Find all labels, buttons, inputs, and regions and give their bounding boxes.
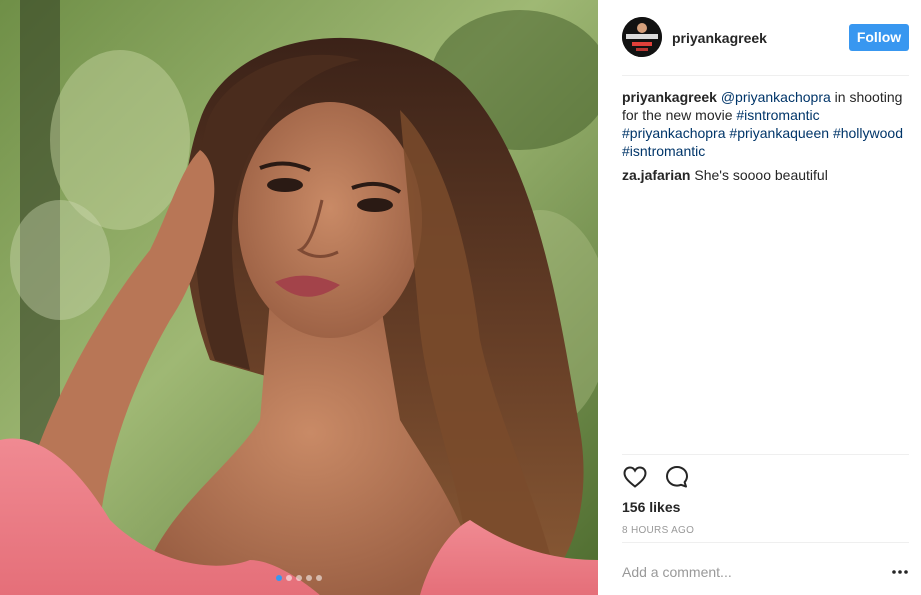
carousel-dot[interactable] — [286, 575, 292, 581]
comment-divider — [622, 542, 909, 543]
post-actions — [622, 464, 690, 490]
mention-link[interactable]: @priyankachopra — [721, 89, 831, 105]
caption: priyankagreek @priyankachopra in shootin… — [622, 88, 911, 160]
comment-username[interactable]: za.jafarian — [622, 167, 690, 183]
actions-divider — [622, 454, 909, 455]
comment-item: za.jafarian She's soooo beautiful — [622, 166, 911, 184]
carousel-dot[interactable] — [316, 575, 322, 581]
carousel-indicators — [0, 575, 598, 581]
hashtag-link[interactable]: #hollywood — [833, 125, 903, 141]
carousel-dot[interactable] — [276, 575, 282, 581]
hashtag-link[interactable]: #priyankaqueen — [729, 125, 829, 141]
post-side-panel: priyankagreek Follow priyankagreek @priy… — [598, 0, 921, 595]
follow-button[interactable]: Follow — [849, 24, 909, 51]
avatar[interactable] — [622, 17, 662, 57]
carousel-dot[interactable] — [306, 575, 312, 581]
heart-icon[interactable] — [622, 464, 648, 490]
comments-list: priyankagreek @priyankachopra in shootin… — [622, 88, 911, 190]
header-divider — [622, 75, 909, 76]
header-username[interactable]: priyankagreek — [672, 30, 767, 46]
hashtag-link[interactable]: #priyankachopra — [622, 125, 726, 141]
more-options-icon[interactable] — [890, 562, 910, 582]
post-header: priyankagreek Follow — [598, 0, 909, 75]
hashtag-link[interactable]: #isntromantic — [736, 107, 819, 123]
comment-bubble-icon[interactable] — [664, 464, 690, 490]
add-comment-input[interactable] — [622, 561, 882, 583]
post-timestamp: 8 HOURS AGO — [622, 525, 695, 536]
comment-text: She's soooo beautiful — [694, 167, 828, 183]
hashtag-link[interactable]: #isntromantic — [622, 143, 705, 159]
caption-username[interactable]: priyankagreek — [622, 89, 717, 105]
post-image[interactable] — [0, 0, 598, 595]
carousel-dot[interactable] — [296, 575, 302, 581]
post-photo-illustration — [0, 0, 598, 595]
likes-count[interactable]: 156 likes — [622, 499, 680, 515]
